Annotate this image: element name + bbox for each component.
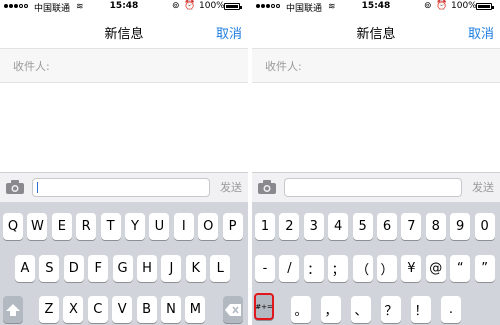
send-button[interactable]: 发送	[220, 179, 242, 195]
keyboard-key[interactable]: W	[27, 213, 48, 240]
keyboard-key[interactable]: /	[279, 255, 300, 282]
page-title: 新信息	[104, 27, 144, 42]
keyboard-key[interactable]: N	[161, 296, 181, 323]
keyboard-key[interactable]: 5	[352, 213, 373, 240]
keyboard-key[interactable]: ？	[381, 296, 401, 323]
recipient-label: 收件人:	[265, 60, 302, 73]
alarm-icon: ⏰	[436, 1, 448, 11]
keyboard-key[interactable]: ！	[411, 296, 431, 323]
camera-icon[interactable]	[6, 180, 24, 194]
battery-icon	[224, 3, 242, 10]
messages-screen-numbers: 中国联通 ≋ 15:48 ⊚ ⏰ 100% 新信息 取消 收件人: 发送 123…	[252, 0, 500, 325]
keyboard-key[interactable]: Z	[39, 296, 59, 323]
keyboard-key[interactable]: 8	[425, 213, 446, 240]
shift-arrow-icon	[6, 303, 20, 316]
message-input[interactable]	[284, 178, 462, 197]
keyboard-key[interactable]: ）	[377, 255, 397, 282]
keyboard-key[interactable]: B	[136, 296, 157, 323]
status-bar: 中国联通 ≋ 15:48 ⊚ ⏰ 100%	[252, 0, 500, 14]
messages-screen-letters: 中国联通 ≋ 15:48 ⊚ ⏰ 100% 新信息 取消 收件人: 发送 QWE…	[0, 0, 248, 325]
keyboard-key[interactable]: （	[352, 255, 373, 282]
keyboard-key[interactable]: ；	[328, 255, 349, 282]
keyboard-key[interactable]: U	[149, 213, 170, 240]
battery-percent: 100%	[451, 1, 477, 11]
keyboard-key[interactable]: ”	[474, 255, 495, 282]
cancel-button[interactable]: 取消	[216, 23, 242, 42]
recipient-label: 收件人:	[13, 60, 50, 73]
keyboard-key[interactable]: L	[210, 255, 231, 282]
delete-key[interactable]	[223, 296, 243, 323]
recipient-field[interactable]: 收件人:	[252, 48, 500, 83]
keyboard-key[interactable]: T	[100, 213, 121, 240]
keyboard-key[interactable]: V	[112, 296, 133, 323]
keyboard-key[interactable]: 3	[303, 213, 324, 240]
battery-percent: 100%	[199, 1, 225, 11]
keyboard-key[interactable]: G	[112, 255, 133, 282]
keyboard-key[interactable]: “	[450, 255, 471, 282]
keyboard-key[interactable]: K	[185, 255, 206, 282]
status-bar: 中国联通 ≋ 15:48 ⊚ ⏰ 100%	[0, 0, 248, 14]
keyboard-key[interactable]: D	[63, 255, 84, 282]
nav-bar: 新信息 取消	[252, 14, 500, 48]
shift-key[interactable]	[3, 296, 23, 323]
letter-keyboard: QWERTYUIOP ASDFGHJKL ZXCVBNM	[0, 202, 248, 325]
rotation-lock-icon: ⊚	[424, 1, 432, 11]
number-keyboard: 1 2 3 4 5 6 7 8 9 0 - /：；（） ¥ @ “” #+= 。 ， 、 ？ ！.	[252, 202, 500, 325]
keyboard-key[interactable]: .	[441, 296, 461, 323]
nav-bar: 新信息 取消	[0, 14, 248, 48]
keyboard-key[interactable]: 6	[377, 213, 397, 240]
keyboard-key[interactable]: O	[198, 213, 219, 240]
keyboard-key[interactable]: C	[87, 296, 108, 323]
symbols-mode-key[interactable]: #+=	[254, 293, 274, 320]
keyboard-key[interactable]: 。	[291, 296, 311, 323]
message-input[interactable]	[32, 178, 210, 197]
battery-icon	[476, 3, 494, 10]
recipient-field[interactable]: 收件人:	[0, 48, 248, 83]
keyboard-key[interactable]: X	[63, 296, 84, 323]
keyboard-key[interactable]: ：	[303, 255, 324, 282]
keyboard-key[interactable]: 4	[328, 213, 349, 240]
keyboard-key[interactable]: J	[161, 255, 182, 282]
page-title: 新信息	[356, 27, 396, 42]
keyboard-key[interactable]: M	[185, 296, 206, 323]
keyboard-key[interactable]: P	[222, 213, 243, 240]
keyboard-key[interactable]: Q	[3, 213, 23, 240]
keyboard-key[interactable]: F	[88, 255, 109, 282]
keyboard-key[interactable]: Y	[125, 213, 145, 240]
keyboard-key[interactable]: 9	[450, 213, 471, 240]
keyboard-key[interactable]: A	[15, 255, 35, 282]
keyboard-key[interactable]: ，	[321, 296, 341, 323]
keyboard-key[interactable]: 2	[279, 213, 300, 240]
keyboard-key[interactable]: S	[39, 255, 60, 282]
keyboard-key[interactable]: 1	[255, 213, 275, 240]
keyboard-key[interactable]: 、	[351, 296, 371, 323]
text-cursor	[37, 182, 38, 193]
alarm-icon: ⏰	[184, 1, 196, 11]
keyboard-key[interactable]: H	[137, 255, 157, 282]
cancel-button[interactable]: 取消	[468, 23, 494, 42]
send-button[interactable]: 发送	[472, 179, 494, 195]
keyboard-key[interactable]: ¥	[401, 255, 422, 282]
compose-bar: 发送	[0, 172, 248, 202]
keyboard-key[interactable]: 7	[401, 213, 422, 240]
backspace-icon	[225, 303, 241, 316]
keyboard-key[interactable]: @	[425, 255, 446, 282]
keyboard-key[interactable]: 0	[474, 213, 495, 240]
rotation-lock-icon: ⊚	[172, 1, 180, 11]
keyboard-key[interactable]: I	[173, 213, 194, 240]
keyboard-key[interactable]: R	[76, 213, 97, 240]
camera-icon[interactable]	[258, 180, 276, 194]
keyboard-key[interactable]: -	[255, 255, 275, 282]
compose-bar: 发送	[252, 172, 500, 202]
keyboard-key[interactable]: E	[51, 213, 72, 240]
